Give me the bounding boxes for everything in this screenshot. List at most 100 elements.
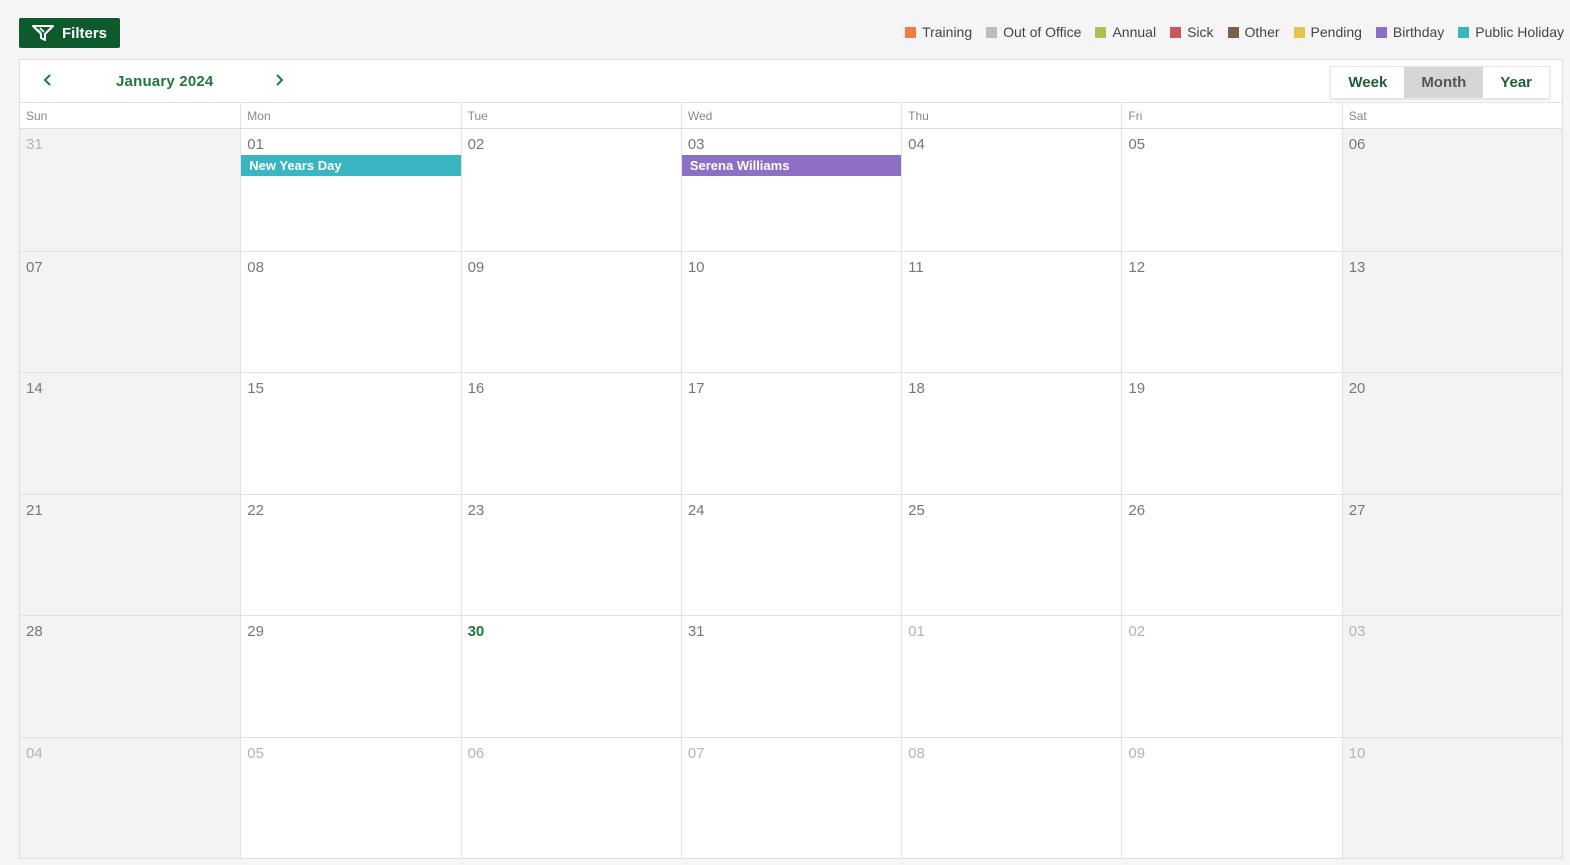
next-month-button[interactable] (269, 70, 289, 90)
day-number: 08 (908, 744, 925, 762)
filters-button[interactable]: Filters (19, 18, 120, 48)
day-number: 09 (467, 258, 485, 276)
day-cell[interactable]: 28 (20, 615, 241, 737)
legend-label: Sick (1187, 24, 1214, 40)
day-number: 04 (908, 136, 925, 153)
day-number: 26 (1128, 501, 1146, 519)
day-cell[interactable]: 17 (680, 372, 902, 494)
calendar-event[interactable]: New Years Day (241, 155, 461, 176)
day-cell[interactable]: 13 (1341, 250, 1562, 372)
legend-item-training: Training (905, 24, 972, 40)
day-number: 11 (908, 258, 924, 276)
day-number: 16 (467, 380, 485, 397)
legend-swatch (1095, 26, 1107, 38)
day-number: 22 (247, 501, 264, 519)
day-cell[interactable]: 22 (240, 493, 461, 615)
day-cell[interactable]: 16 (460, 372, 681, 494)
day-cell[interactable]: 08 (240, 250, 461, 372)
day-cell[interactable]: 05 (240, 736, 461, 858)
day-number: 01 (247, 136, 264, 153)
day-cell[interactable]: 03 Serena Williams (680, 129, 902, 251)
month-grid: 31 01 New Years Day 02 03 Serena Williams 04 05… (20, 129, 1562, 858)
day-cell[interactable]: 02 (460, 129, 681, 251)
day-cell[interactable]: 06 (1341, 129, 1562, 251)
legend-swatch (1170, 26, 1182, 38)
day-cell[interactable]: 01 New Years Day (240, 129, 461, 251)
day-number: 15 (247, 380, 264, 397)
day-cell[interactable]: 14 (20, 372, 241, 494)
day-cell[interactable]: 07 (680, 736, 902, 858)
day-number: 06 (467, 744, 485, 762)
legend-swatch (1458, 26, 1470, 38)
day-number: 12 (1128, 258, 1146, 276)
day-number: 23 (467, 501, 485, 519)
day-cell[interactable]: 04 (901, 129, 1122, 251)
day-cell[interactable]: 18 (901, 372, 1122, 494)
day-number: 30 (467, 623, 485, 640)
day-cell[interactable]: 15 (240, 372, 461, 494)
day-number: 07 (26, 258, 43, 276)
view-year-button[interactable]: Year (1483, 67, 1549, 98)
day-number: 06 (1348, 136, 1366, 153)
day-cell[interactable]: 09 (1121, 736, 1342, 858)
calendar-event[interactable]: Serena Williams (681, 155, 902, 176)
day-number: 03 (1348, 623, 1366, 640)
day-cell[interactable]: 12 (1121, 250, 1342, 372)
day-header-mon: Mon (240, 103, 460, 128)
day-cell[interactable]: 11 (901, 250, 1122, 372)
day-cell[interactable]: 03 (1341, 615, 1562, 737)
day-number: 13 (1348, 258, 1366, 276)
day-cell[interactable]: 10 (1341, 736, 1562, 858)
day-header-thu: Thu (901, 103, 1121, 128)
day-number: 18 (908, 380, 925, 397)
day-cell[interactable]: 31 (20, 129, 241, 251)
day-cell[interactable]: 07 (20, 250, 241, 372)
day-number: 10 (1348, 744, 1366, 762)
day-number: 08 (247, 258, 264, 276)
day-cell[interactable]: 26 (1121, 493, 1342, 615)
previous-month-button[interactable] (38, 70, 58, 90)
month-title: January 2024 (116, 73, 214, 90)
day-header-fri: Fri (1121, 103, 1341, 128)
day-cell[interactable]: 27 (1341, 493, 1562, 615)
day-cell[interactable]: 23 (460, 493, 681, 615)
day-cell[interactable]: 01 (901, 615, 1122, 737)
day-cell[interactable]: 08 (901, 736, 1122, 858)
legend-item-other: Other (1227, 24, 1280, 40)
day-number: 25 (908, 501, 925, 519)
legend-label: Annual (1112, 24, 1157, 40)
view-month-button[interactable]: Month (1404, 67, 1484, 98)
day-number: 17 (687, 380, 705, 397)
day-cell[interactable]: 09 (460, 250, 681, 372)
day-number: 10 (687, 258, 705, 276)
day-cell[interactable]: 31 (680, 615, 902, 737)
day-number: 31 (26, 136, 43, 153)
legend-swatch (905, 26, 917, 38)
day-cell[interactable]: 20 (1341, 372, 1562, 494)
day-cell[interactable]: 05 (1121, 129, 1342, 251)
day-cell[interactable]: 06 (460, 736, 681, 858)
view-switcher: Week Month Year (1330, 66, 1550, 99)
day-number: 04 (26, 744, 43, 762)
view-week-button[interactable]: Week (1331, 67, 1405, 98)
day-cell[interactable]: 24 (680, 493, 902, 615)
legend-label: Birthday (1392, 24, 1445, 40)
calendar-toolbar: January 2024 Week Month Year (20, 60, 1562, 103)
day-cell[interactable]: 30 (460, 615, 681, 737)
day-cell[interactable]: 25 (901, 493, 1122, 615)
day-cell[interactable]: 19 (1121, 372, 1342, 494)
day-number: 31 (687, 623, 705, 640)
day-cell[interactable]: 29 (240, 615, 461, 737)
day-cell[interactable]: 21 (20, 493, 241, 615)
day-header-row: Sun Mon Tue Wed Thu Fri Sat (20, 103, 1562, 129)
day-cell[interactable]: 10 (680, 250, 902, 372)
legend-swatch (1293, 26, 1305, 38)
day-number: 21 (26, 501, 43, 519)
legend-label: Public Holiday (1475, 24, 1564, 40)
legend-item-birthday: Birthday (1375, 24, 1445, 40)
day-number: 20 (1348, 380, 1366, 397)
day-number: 02 (467, 136, 485, 153)
day-cell[interactable]: 02 (1121, 615, 1342, 737)
legend-swatch (986, 26, 998, 38)
day-cell[interactable]: 04 (20, 736, 241, 858)
